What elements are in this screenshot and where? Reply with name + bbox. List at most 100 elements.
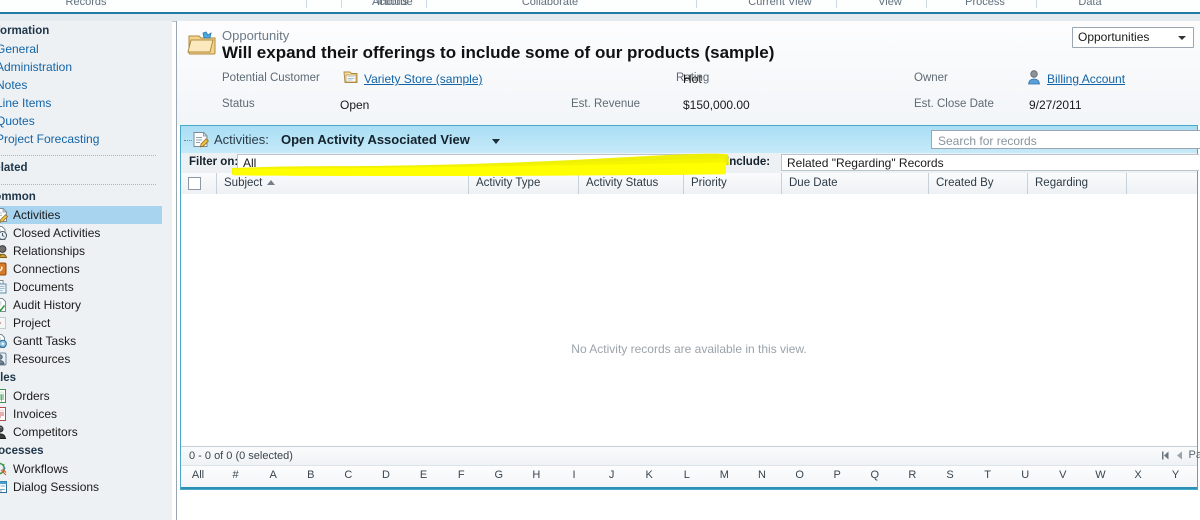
nav-link-project-forecasting[interactable]: Project Forecasting <box>0 130 162 148</box>
sidebar-item-audit-history[interactable]: Audit History <box>0 296 162 314</box>
ribbon-separator <box>341 0 342 8</box>
alpha-filter-b[interactable]: B <box>299 469 323 481</box>
ribbon-separator <box>836 0 837 8</box>
search-box[interactable] <box>931 130 1200 149</box>
alpha-filter-p[interactable]: P <box>825 469 849 481</box>
owner-link[interactable]: Billing Account <box>1047 72 1125 86</box>
sidebar-item-workflows[interactable]: Workflows <box>0 460 162 478</box>
alphabet-pager[interactable]: All # A B C D E F G H I J K L M N O P Q R S T U V W X Y <box>181 465 1197 489</box>
potential-customer-link[interactable]: Variety Store (sample) <box>364 72 482 86</box>
section-expander-icon[interactable] <box>184 139 192 141</box>
nav-link-quotes[interactable]: Quotes <box>0 112 162 130</box>
alpha-filter-n[interactable]: N <box>750 469 774 481</box>
sidebar-item-connections[interactable]: Connections <box>0 260 162 278</box>
filter-on-label: Filter on: <box>189 156 239 168</box>
alpha-filter-w[interactable]: W <box>1088 469 1112 481</box>
activities-view-name[interactable]: Open Activity Associated View <box>281 132 470 147</box>
sidebar-item-gantt-tasks[interactable]: Gantt Tasks <box>0 332 162 350</box>
workflows-icon <box>0 461 8 477</box>
nav-link-notes[interactable]: Notes <box>0 76 162 94</box>
field-label-est-revenue: Est. Revenue <box>571 98 641 110</box>
alpha-filter-a[interactable]: A <box>261 469 285 481</box>
alpha-filter-e[interactable]: E <box>412 469 436 481</box>
ribbon-separator <box>426 0 427 8</box>
alpha-filter-t[interactable]: T <box>976 469 1000 481</box>
audit-history-icon <box>0 297 8 313</box>
field-value-est-revenue: $150,000.00 <box>683 98 750 112</box>
column-header-label: Created By <box>936 177 994 189</box>
alpha-filter-f[interactable]: F <box>449 469 473 481</box>
nav-section-header-related: Related <box>0 162 28 174</box>
column-header-created-by[interactable]: Created By <box>928 173 1027 194</box>
search-input[interactable] <box>936 132 1170 149</box>
alpha-filter-y[interactable]: Y <box>1164 469 1188 481</box>
page-label[interactable]: Pa <box>1189 449 1200 461</box>
nav-link-line-items[interactable]: Line Items <box>0 94 162 112</box>
activities-icon <box>0 207 9 223</box>
view-chevron-down-icon[interactable] <box>492 139 500 144</box>
sidebar-item-documents[interactable]: Documents <box>0 278 162 296</box>
page-first-icon[interactable] <box>1161 451 1170 460</box>
alpha-filter-all[interactable]: All <box>186 469 210 481</box>
pager[interactable]: Pa <box>1161 449 1200 461</box>
alpha-filter-c[interactable]: C <box>336 469 360 481</box>
ribbon-separator <box>696 0 697 8</box>
field-value-status: Open <box>340 98 370 112</box>
alpha-filter-k[interactable]: K <box>637 469 661 481</box>
sidebar-item-relationships[interactable]: Relationships <box>0 242 162 260</box>
orders-icon <box>0 388 8 404</box>
sidebar-item-dialog-sessions[interactable]: Dialog Sessions <box>0 478 162 496</box>
alpha-filter-u[interactable]: U <box>1013 469 1037 481</box>
include-dropdown[interactable]: Related "Regarding" Records <box>781 154 1199 171</box>
alpha-filter-r[interactable]: R <box>900 469 924 481</box>
invoices-icon <box>0 406 8 422</box>
alpha-filter-h[interactable]: H <box>524 469 548 481</box>
nav-link-administration[interactable]: Administration <box>0 58 162 76</box>
column-header-activity-type[interactable]: Activity Type <box>468 173 578 194</box>
field-label-est-close-date: Est. Close Date <box>914 98 994 110</box>
alpha-filter-m[interactable]: M <box>712 469 736 481</box>
record-header: Opportunity Will expand their offerings … <box>177 21 1200 125</box>
column-header-activity-status[interactable]: Activity Status <box>578 173 683 194</box>
alpha-filter-i[interactable]: I <box>562 469 586 481</box>
alpha-filter-hash[interactable]: # <box>224 469 248 481</box>
alpha-filter-s[interactable]: S <box>938 469 962 481</box>
page-prev-icon[interactable] <box>1176 451 1183 460</box>
nav-divider <box>0 155 156 156</box>
chevron-down-icon <box>1178 36 1186 40</box>
alpha-filter-g[interactable]: G <box>487 469 511 481</box>
column-header-priority[interactable]: Priority <box>683 173 781 194</box>
sidebar-item-label: Activities <box>13 208 61 222</box>
alpha-filter-l[interactable]: L <box>675 469 699 481</box>
alpha-filter-q[interactable]: Q <box>863 469 887 481</box>
sidebar-item-orders[interactable]: Orders <box>0 387 162 405</box>
account-icon <box>343 71 358 83</box>
alpha-filter-x[interactable]: X <box>1126 469 1150 481</box>
select-all-checkbox[interactable] <box>188 177 201 190</box>
record-count-label: 0 - 0 of 0 (0 selected) <box>189 450 293 462</box>
alpha-filter-j[interactable]: J <box>600 469 624 481</box>
opportunity-icon <box>187 31 216 55</box>
record-set-selector[interactable]: Opportunities <box>1072 27 1194 48</box>
column-header-due-date[interactable]: Due Date <box>781 173 928 194</box>
sidebar-item-activities[interactable]: Activities <box>0 206 162 224</box>
sidebar-item-project[interactable]: Project <box>0 314 162 332</box>
empty-grid-message: No Activity records are available in thi… <box>571 342 807 356</box>
sidebar-item-competitors[interactable]: Competitors <box>0 423 162 441</box>
relationships-icon <box>0 243 8 259</box>
alpha-filter-v[interactable]: V <box>1051 469 1075 481</box>
left-navigation-pane[interactable]: Information GeneralAdministrationNotesLin… <box>0 21 172 520</box>
sidebar-item-closed-activities[interactable]: Closed Activities <box>0 224 162 242</box>
nav-section-header-common: Common <box>0 191 36 203</box>
alpha-filter-d[interactable]: D <box>374 469 398 481</box>
entity-type-label: Opportunity <box>222 28 290 43</box>
grid-header-row: Subject Activity Type Activity Status Prior… <box>181 173 1197 195</box>
alpha-filter-o[interactable]: O <box>788 469 812 481</box>
sidebar-item-invoices[interactable]: Invoices <box>0 405 162 423</box>
filter-on-dropdown[interactable]: All <box>237 154 717 171</box>
gantt-tasks-icon <box>0 333 8 349</box>
column-header-subject[interactable]: Subject <box>216 173 468 194</box>
column-header-regarding[interactable]: Regarding <box>1027 173 1126 194</box>
sidebar-item-resources[interactable]: Resources <box>0 350 162 368</box>
nav-link-general[interactable]: General <box>0 40 162 58</box>
